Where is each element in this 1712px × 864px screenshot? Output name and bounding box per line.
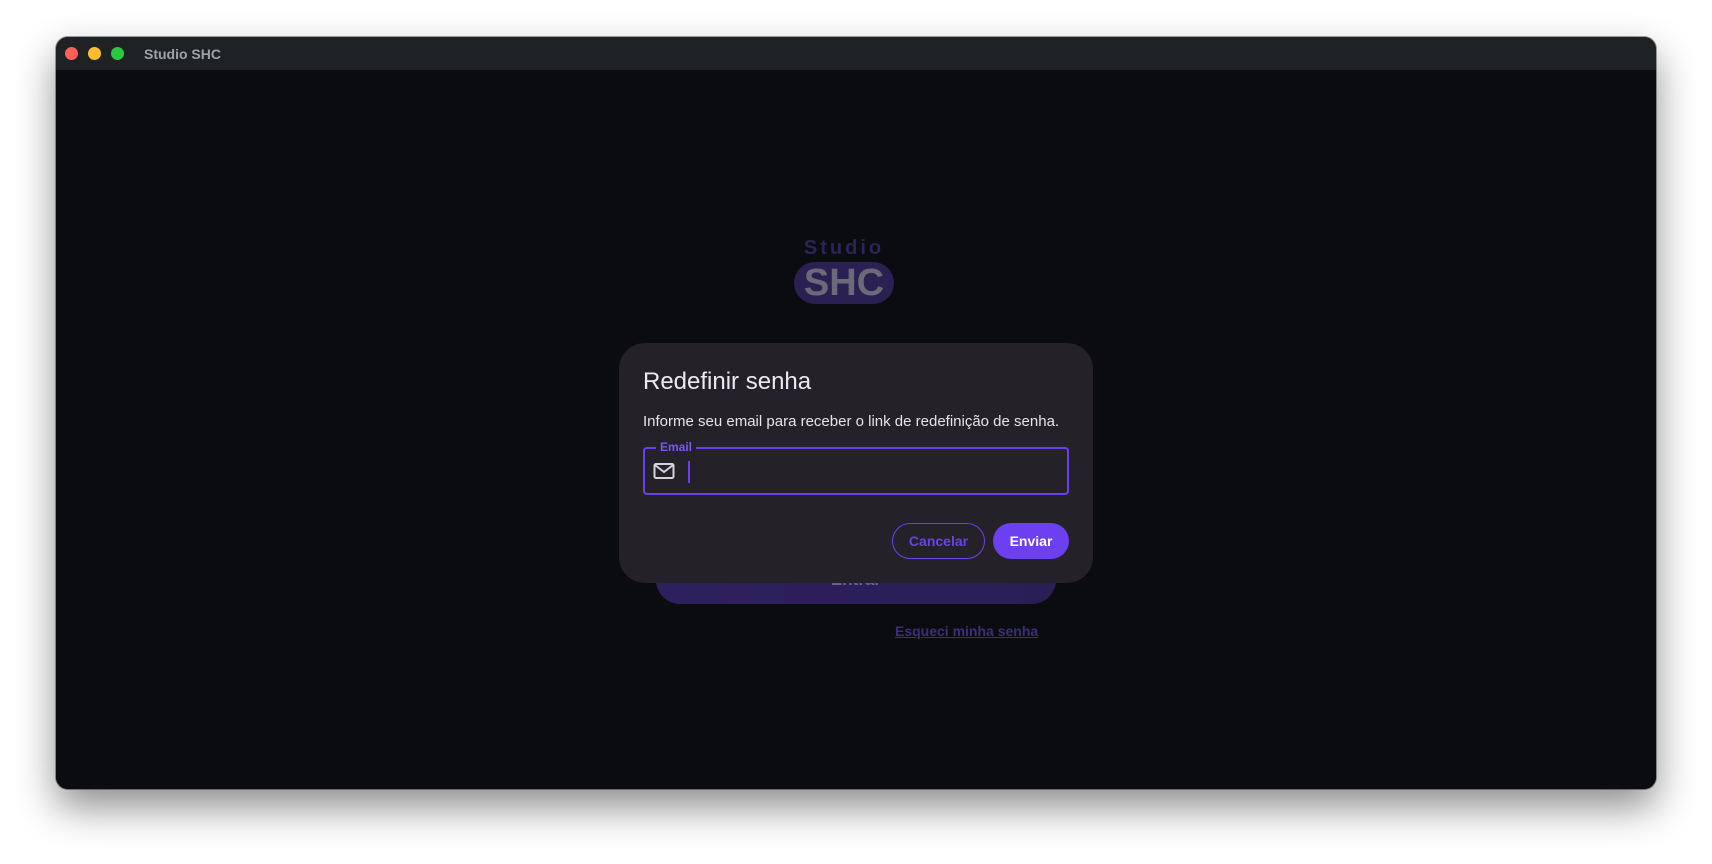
text-caret	[688, 461, 690, 483]
app-window: Studio SHC Studio SHC Entrar Esqueci min…	[56, 37, 1656, 789]
cancel-button[interactable]: Cancelar	[892, 523, 985, 559]
email-field[interactable]: Email	[643, 440, 1069, 495]
dialog-actions: Cancelar Enviar	[892, 523, 1069, 559]
dialog-title: Redefinir senha	[643, 368, 812, 395]
minimize-window-button[interactable]	[88, 47, 101, 60]
email-input[interactable]	[685, 449, 1059, 493]
logo-studio-text: Studio	[803, 237, 885, 259]
send-button[interactable]: Enviar	[993, 523, 1069, 559]
title-bar: Studio SHC	[56, 37, 1656, 70]
reset-password-dialog: Redefinir senha Informe seu email para r…	[619, 343, 1093, 583]
mail-icon	[653, 461, 675, 481]
dialog-description: Informe seu email para receber o link de…	[643, 413, 1060, 430]
close-window-button[interactable]	[65, 47, 78, 60]
maximize-window-button[interactable]	[111, 47, 124, 60]
window-title: Studio SHC	[144, 45, 221, 62]
logo-shc-text: SHC	[793, 262, 895, 304]
forgot-password-link[interactable]: Esqueci minha senha	[895, 623, 1038, 639]
window-controls	[65, 47, 124, 60]
login-page: Studio SHC Entrar Esqueci minha senha Re…	[56, 70, 1656, 789]
